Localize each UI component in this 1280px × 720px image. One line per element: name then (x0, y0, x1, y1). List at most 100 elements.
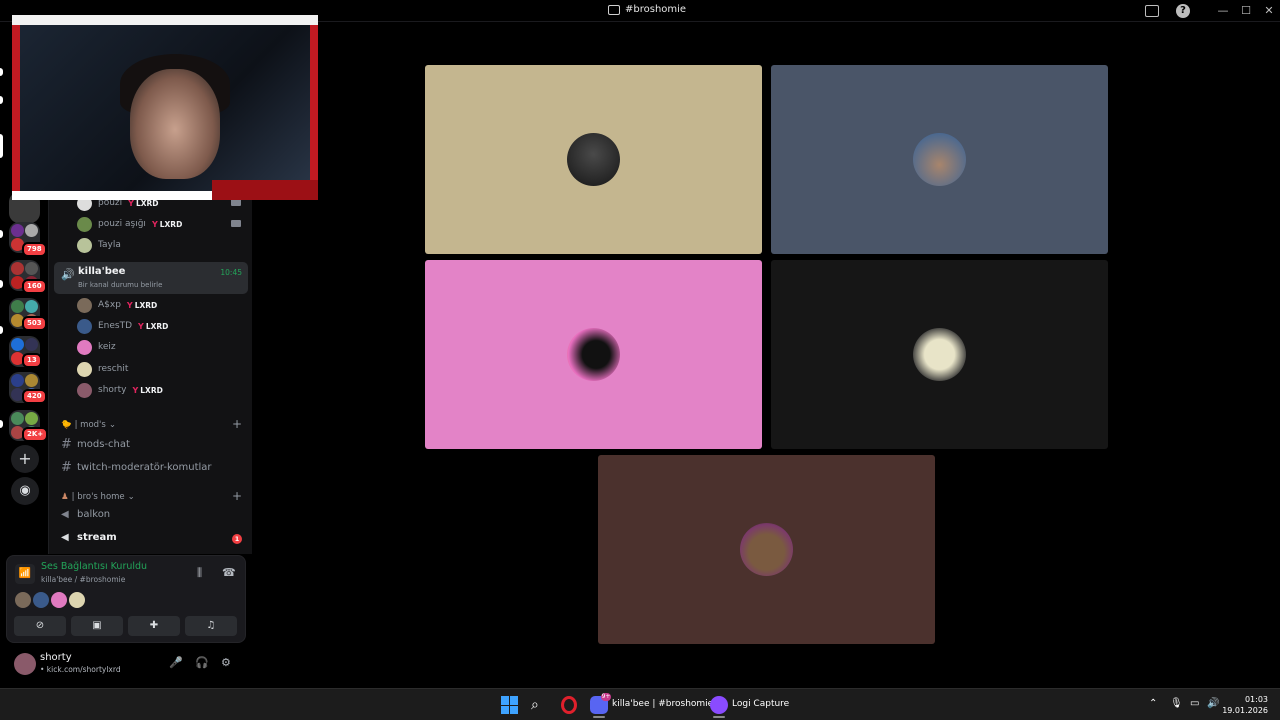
voice-user-name: EnesTD (98, 321, 133, 331)
voice-user[interactable]: EnesTD Y LXRD (77, 316, 168, 336)
category-label: | mod's (74, 420, 106, 430)
participant-tile[interactable] (771, 65, 1108, 254)
announcement-icon: ◀ (61, 509, 69, 520)
user-status[interactable]: • kick.com/shortylxrd (40, 665, 121, 674)
add-channel-button[interactable]: + (232, 417, 242, 431)
unread-indicator (0, 68, 3, 76)
disconnect-icon[interactable]: ☎ (222, 566, 236, 579)
share-screen-button[interactable]: ▣ (71, 616, 123, 636)
user-panel: shorty • kick.com/shortylxrd 🎤 🎧 ⚙ (6, 646, 246, 684)
chevron-down-icon: ⌄ (108, 420, 116, 430)
display-icon[interactable]: ▭ (1190, 698, 1199, 709)
discord-window: #broshomie ? — ☐ ✕ 798 160 503 13 420 2K… (0, 0, 1280, 720)
voice-user[interactable]: reschit (77, 359, 128, 379)
server-badge: 13 (22, 353, 42, 368)
participant-tile[interactable] (771, 260, 1108, 449)
inbox-icon[interactable] (1145, 5, 1159, 17)
avatar (77, 318, 92, 334)
announcement-icon: ◀ (61, 532, 69, 543)
gear-icon[interactable]: ⚙ (221, 656, 231, 669)
participant-tile[interactable] (425, 260, 762, 449)
chevron-up-icon[interactable]: ⌃ (1149, 698, 1157, 709)
channel-status[interactable]: Bir kanal durumu belirle (78, 281, 162, 289)
taskbar-clock[interactable]: 01:03 19.01.2026 (1222, 694, 1268, 716)
taskbar-discord-label[interactable]: killa'bee | #broshomie - (612, 699, 719, 709)
server-badge: 2K+ (22, 427, 49, 442)
participant-tile[interactable] (425, 65, 762, 254)
avatar (69, 592, 85, 608)
active-voice-channel[interactable]: 🔊 killa'bee 10:45 Bir kanal durumu belir… (54, 262, 248, 294)
user-tag: Y LXRD (138, 322, 168, 331)
user-tag: Y LXRD (132, 386, 162, 395)
logi-capture-icon[interactable] (710, 696, 728, 714)
avatar (77, 382, 92, 398)
tag-icon: Y (151, 219, 158, 229)
channel-name: killa'bee (78, 266, 126, 277)
tag-icon: Y (132, 385, 139, 395)
overlay-decoration (212, 180, 318, 200)
channel-timer: 10:45 (220, 268, 242, 277)
user-tag: Y LXRD (127, 301, 157, 310)
minimize-button[interactable]: — (1215, 3, 1231, 19)
hash-icon: # (61, 437, 72, 452)
participant-avatar (567, 328, 620, 381)
avatar (33, 592, 49, 608)
participant-avatar (913, 133, 966, 186)
channel-mods-chat[interactable]: # mods-chat (61, 437, 130, 452)
voice-user[interactable]: shorty Y LXRD (77, 380, 163, 400)
voice-user[interactable]: A$xp Y LXRD (77, 295, 157, 315)
explore-icon[interactable]: ◉ (11, 477, 39, 505)
channel-twitch-mod[interactable]: # twitch-moderatör-komutlar (61, 460, 212, 475)
avatar (51, 592, 67, 608)
microphone-icon[interactable]: 🎤 (169, 656, 183, 669)
channel-balkon[interactable]: ◀ balkon (61, 509, 110, 520)
voice-user-name: shorty (98, 385, 127, 395)
discord-badge: 9+ (601, 693, 611, 701)
microphone-tray-icon[interactable]: 🎙 (1170, 698, 1183, 709)
avatar (77, 216, 92, 232)
voice-connection-panel: 📶 Ses Bağlantısı Kuruldu killa'bee / #br… (6, 555, 246, 643)
voice-user[interactable]: keiz (77, 337, 116, 357)
help-icon[interactable]: ? (1176, 4, 1190, 18)
avatar[interactable] (14, 653, 36, 675)
headphones-icon[interactable]: 🎧 (195, 656, 209, 669)
noise-suppression-icon[interactable]: ⫼ (197, 566, 202, 580)
camera-off-button[interactable]: ⊘ (14, 616, 66, 636)
unread-badge: 1 (232, 534, 242, 544)
clock-time: 01:03 (1244, 695, 1268, 704)
taskbar: ⌕ 9+ killa'bee | #broshomie - Logi Captu… (0, 688, 1280, 720)
user-tag: Y LXRD (152, 220, 182, 229)
voice-user[interactable]: Tayla (77, 235, 121, 255)
screen-share-icon: ▣ (92, 620, 102, 631)
running-indicator (593, 716, 605, 718)
channel-stream[interactable]: ◀ stream (61, 532, 117, 543)
unread-indicator (0, 96, 3, 104)
activities-button[interactable]: ✚ (128, 616, 180, 636)
avatar (77, 339, 92, 355)
category-bros-home[interactable]: ♟ | bro's home ⌄ (61, 492, 135, 502)
opera-icon[interactable] (561, 696, 577, 714)
user-tag-text: LXRD (145, 321, 169, 331)
maximize-button[interactable]: ☐ (1238, 3, 1254, 19)
camera-off-icon: ⊘ (35, 620, 45, 631)
voice-location[interactable]: killa'bee / #broshomie (41, 575, 125, 584)
unread-indicator (0, 230, 3, 238)
soundboard-button[interactable]: ♫ (185, 616, 237, 636)
server-badge: 160 (22, 279, 47, 294)
windows-start-icon[interactable] (501, 696, 519, 714)
participant-tile[interactable] (598, 455, 935, 644)
search-icon[interactable]: ⌕ (531, 696, 549, 714)
hash-icon: # (61, 460, 72, 475)
category-mods[interactable]: 🐤 | mod's ⌄ (61, 420, 116, 430)
voice-channel-icon (608, 4, 620, 15)
channel-label: twitch-moderatör-komutlar (77, 462, 212, 473)
voice-status[interactable]: Ses Bağlantısı Kuruldu (41, 561, 147, 572)
clock-date: 19.01.2026 (1222, 706, 1268, 715)
taskbar-logi-label[interactable]: Logi Capture (732, 699, 789, 709)
voice-user[interactable]: pouzi aşığı Y LXRD (77, 214, 182, 234)
add-channel-button[interactable]: + (232, 489, 242, 503)
close-button[interactable]: ✕ (1261, 3, 1277, 19)
user-name[interactable]: shorty (40, 652, 72, 663)
volume-icon[interactable]: 🔊 (1207, 698, 1219, 709)
add-server-button[interactable]: + (11, 445, 39, 473)
